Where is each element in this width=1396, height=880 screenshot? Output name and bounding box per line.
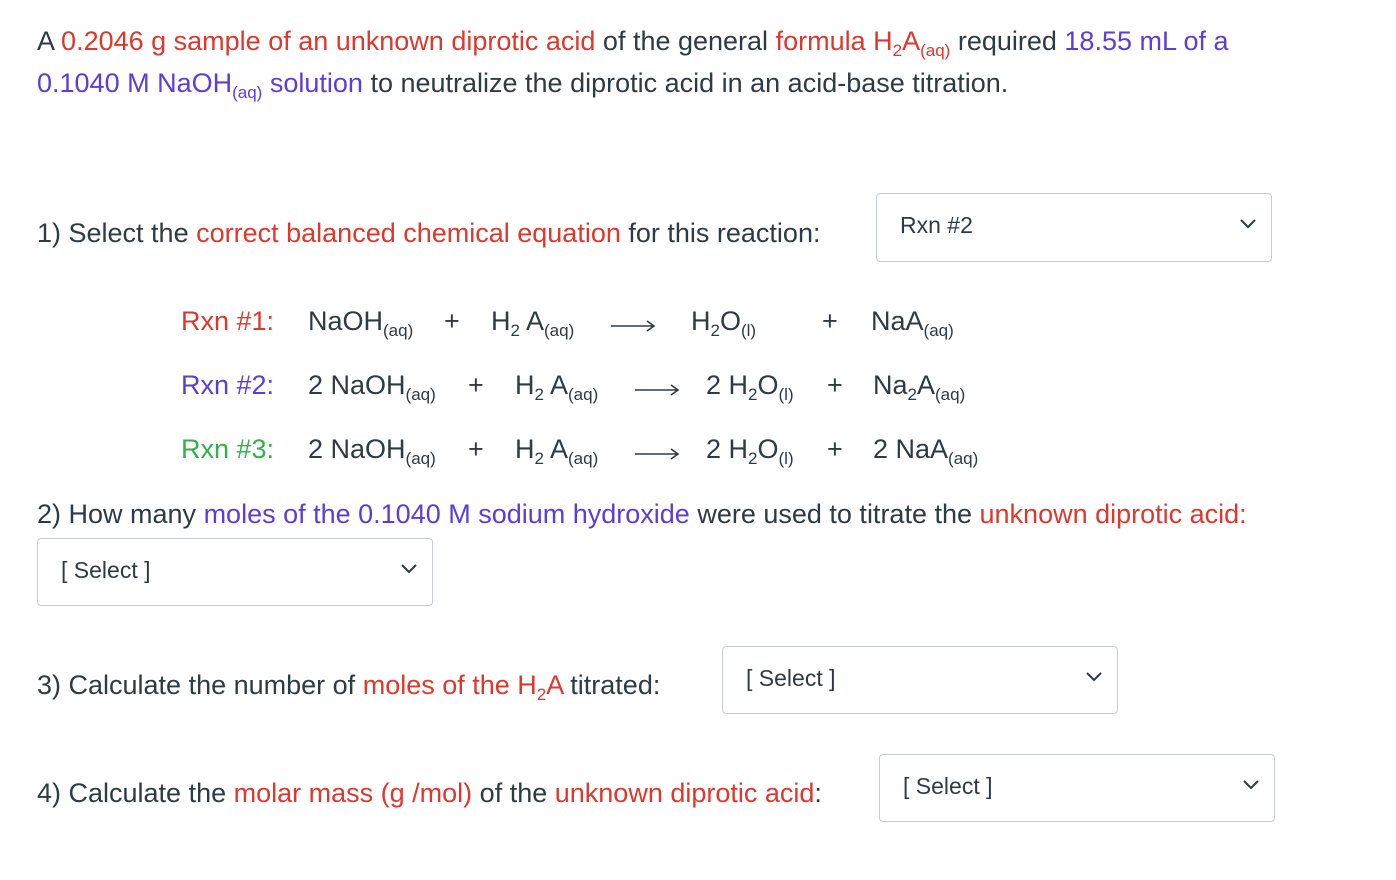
- reaction-label: Rxn #2:: [181, 370, 275, 400]
- chevron-down-icon: [1243, 780, 1259, 790]
- reaction-1: Rxn #1: NaOH(aq) + H2 A(aq) H2O(l) + NaA…: [181, 306, 954, 340]
- q2-selected-value: [ Select ]: [61, 557, 151, 583]
- reaction-3: Rxn #3: 2 NaOH(aq) + H2 A(aq) 2 H2O(l) +…: [181, 434, 979, 468]
- q3-moles-acid-select[interactable]: [ Select ]: [722, 646, 1118, 714]
- reaction-arrow-icon: [611, 320, 656, 332]
- chevron-down-icon: [401, 564, 417, 574]
- q3-selected-value: [ Select ]: [746, 665, 836, 691]
- reaction-arrow-icon: [635, 384, 680, 396]
- question-4: 4) Calculate the molar mass (g /mol) of …: [37, 778, 822, 808]
- question-2: 2) How many moles of the 0.1040 M sodium…: [37, 499, 1247, 529]
- problem-line-1: A 0.2046 g sample of an unknown diprotic…: [37, 26, 1229, 60]
- reaction-arrow-icon: [635, 448, 680, 460]
- general-formula-text: formula H2A(aq): [775, 26, 951, 60]
- q1-equation-select[interactable]: Rxn #2: [876, 193, 1272, 262]
- q2-moles-naoh-select[interactable]: [ Select ]: [37, 538, 433, 606]
- reaction-label: Rxn #3:: [181, 434, 275, 464]
- q4-molar-mass-select[interactable]: [ Select ]: [879, 754, 1275, 822]
- reaction-label: Rxn #1:: [181, 306, 275, 336]
- chevron-down-icon: [1086, 672, 1102, 682]
- naoh-concentration-text: 0.1040 M NaOH(aq): [37, 68, 263, 102]
- q1-selected-value: Rxn #2: [900, 212, 973, 238]
- question-1: 1) Select the correct balanced chemical …: [37, 218, 821, 248]
- naoh-volume-text: 18.55 mL of a: [1064, 26, 1229, 56]
- q4-selected-value: [ Select ]: [903, 773, 993, 799]
- question-3: 3) Calculate the number of moles of the …: [37, 670, 661, 704]
- reaction-2: Rxn #2: 2 NaOH(aq) + H2 A(aq) 2 H2O(l) +…: [181, 370, 966, 404]
- chevron-down-icon: [1240, 219, 1256, 229]
- problem-line-2: 0.1040 M NaOH(aq) solution to neutralize…: [37, 68, 1009, 102]
- sample-mass-text: 0.2046 g sample of an unknown diprotic a…: [61, 26, 596, 56]
